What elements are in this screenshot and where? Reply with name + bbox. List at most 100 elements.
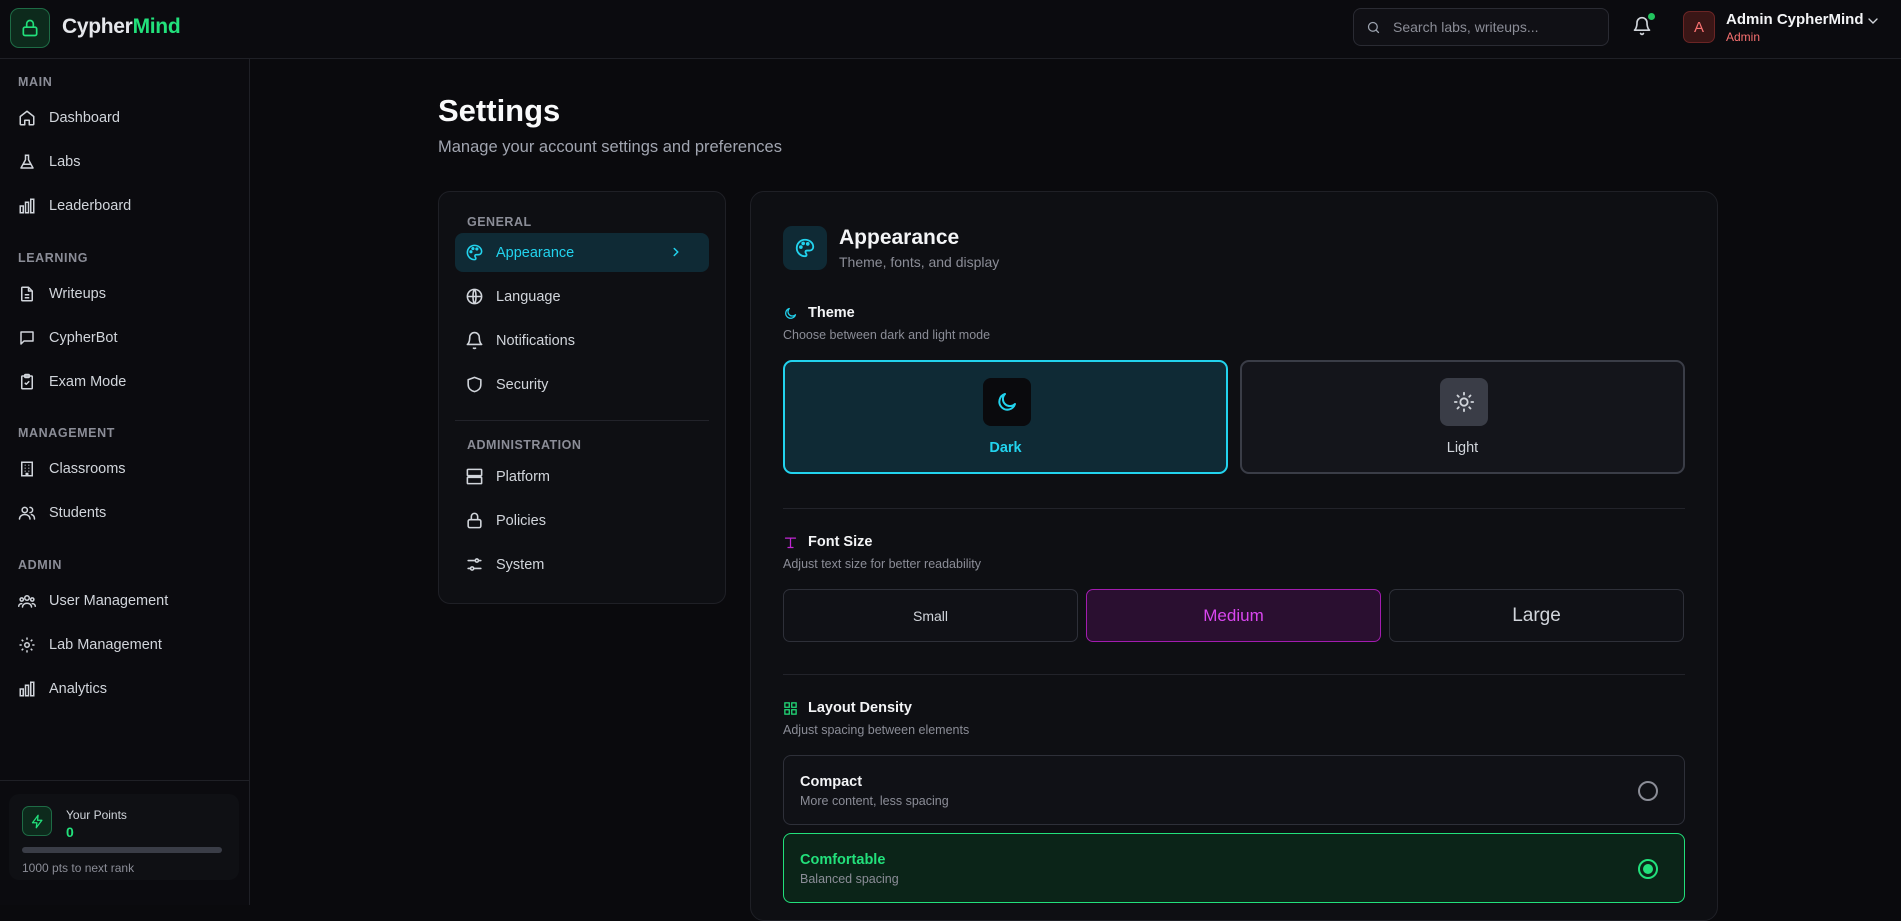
settings-section-general: GENERAL — [467, 215, 532, 229]
density-option-title: Compact — [800, 774, 863, 790]
chevron-right-icon — [673, 247, 679, 257]
settings-tab-system[interactable]: System — [455, 545, 709, 584]
sidebar-item-analytics[interactable]: Analytics — [18, 674, 107, 704]
settings-tab-label: Platform — [496, 468, 550, 485]
bell-icon — [466, 331, 483, 350]
chat-icon — [20, 331, 34, 345]
sidebar-item-label: CypherBot — [49, 330, 118, 346]
font-size-medium-button[interactable]: Medium — [1086, 589, 1381, 642]
density-option-desc: Balanced spacing — [800, 872, 899, 886]
palette-icon — [783, 226, 827, 270]
sliders-icon — [467, 558, 482, 571]
theme-title: Theme — [808, 305, 855, 321]
server-icon — [466, 468, 483, 485]
font-size-title: Font Size — [808, 534, 873, 550]
sidebar-item-classrooms[interactable]: Classrooms — [18, 454, 126, 484]
theme-heading: Theme — [783, 305, 855, 321]
sidebar-item-dashboard[interactable]: Dashboard — [18, 103, 120, 133]
sidebar-item-label: Labs — [49, 154, 81, 170]
font-size-small-button[interactable]: Small — [783, 589, 1078, 642]
sidebar-item-exam-mode[interactable]: Exam Mode — [18, 367, 126, 397]
sidebar-section-admin: ADMIN — [18, 558, 62, 572]
points-next-rank: 1000 pts to next rank — [22, 861, 135, 875]
sidebar-item-label: Analytics — [49, 681, 108, 697]
settings-nav: GENERAL Appearance Language Notification… — [438, 191, 726, 604]
font-size-large-button[interactable]: Large — [1389, 589, 1684, 642]
sidebar-item-label: Leaderboard — [49, 198, 132, 214]
lock-icon — [467, 512, 482, 529]
density-option-desc: More content, less spacing — [800, 794, 949, 808]
settings-tab-label: Security — [496, 376, 549, 393]
users-icon — [18, 506, 36, 520]
density-option-compact[interactable]: Compact More content, less spacing — [783, 755, 1685, 825]
page-subtitle: Manage your account settings and prefere… — [438, 138, 782, 156]
settings-tab-label: System — [496, 556, 545, 573]
font-size-heading: Font Size — [783, 534, 872, 550]
density-option-comfortable[interactable]: Comfortable Balanced spacing — [783, 833, 1685, 903]
sidebar-item-label: Dashboard — [49, 110, 120, 126]
sidebar-item-label: Lab Management — [49, 637, 162, 653]
sidebar-item-label: Students — [49, 505, 107, 521]
sidebar-item-lab-management[interactable]: Lab Management — [18, 630, 162, 660]
brand-name[interactable]: CypherMind — [62, 15, 181, 39]
font-size-label: Medium — [1203, 605, 1264, 625]
density-compact-radio[interactable] — [1638, 781, 1658, 801]
analytics-chart-icon — [19, 681, 35, 697]
sidebar-section-management: MANAGEMENT — [18, 426, 115, 440]
palette-icon — [466, 244, 483, 261]
sidebar-item-students[interactable]: Students — [18, 498, 106, 528]
settings-section-administration: ADMINISTRATION — [467, 438, 582, 452]
settings-tab-label: Notifications — [496, 332, 575, 349]
theme-option-light[interactable]: Light — [1240, 360, 1685, 474]
density-subtitle: Adjust spacing between elements — [783, 723, 970, 737]
notifications-bell-icon[interactable] — [1632, 13, 1655, 38]
settings-tab-label: Language — [496, 288, 561, 305]
type-icon — [784, 537, 797, 548]
shield-icon — [467, 376, 482, 393]
flask-icon — [20, 154, 34, 169]
user-name[interactable]: Admin CypherMind — [1726, 11, 1864, 28]
panel-title: Appearance — [839, 226, 960, 249]
notification-dot — [1648, 13, 1655, 20]
chevron-down-icon[interactable] — [1865, 13, 1881, 29]
grid-icon — [784, 701, 797, 715]
sidebar-item-writeups[interactable]: Writeups — [18, 279, 106, 309]
search-input[interactable] — [1393, 19, 1583, 35]
appearance-panel: Appearance Theme, fonts, and display The… — [750, 191, 1718, 921]
density-comfortable-radio[interactable] — [1638, 859, 1658, 879]
bar-chart-icon — [19, 198, 35, 214]
sidebar-item-user-management[interactable]: User Management — [18, 586, 168, 616]
settings-tab-notifications[interactable]: Notifications — [455, 321, 709, 360]
sidebar-item-cypherbot[interactable]: CypherBot — [18, 323, 118, 353]
settings-tab-appearance[interactable]: Appearance — [455, 233, 709, 272]
sidebar-section-learning: LEARNING — [18, 251, 89, 265]
search-box[interactable] — [1353, 8, 1609, 46]
font-size-label: Large — [1512, 604, 1561, 626]
points-progress-bar — [22, 847, 222, 853]
sidebar-item-leaderboard[interactable]: Leaderboard — [18, 191, 131, 221]
moon-icon — [785, 307, 797, 319]
theme-subtitle: Choose between dark and light mode — [783, 328, 991, 342]
avatar[interactable]: A — [1683, 11, 1715, 43]
section-divider — [783, 674, 1685, 675]
building-icon — [21, 461, 33, 477]
sidebar: MAIN Dashboard Labs Leaderboard LEARNING… — [0, 59, 250, 905]
settings-tab-policies[interactable]: Policies — [455, 501, 709, 540]
density-option-title: Comfortable — [800, 852, 886, 868]
sidebar-item-labs[interactable]: Labs — [18, 147, 80, 177]
logo-lock-icon[interactable] — [10, 8, 50, 48]
settings-tab-platform[interactable]: Platform — [455, 457, 709, 496]
points-value: 0 — [66, 824, 74, 840]
density-title: Layout Density — [808, 700, 912, 716]
brand-suffix: Mind — [132, 15, 181, 38]
points-label: Your Points — [66, 808, 127, 822]
font-size-label: Small — [912, 607, 948, 624]
settings-tab-security[interactable]: Security — [455, 365, 709, 404]
theme-option-dark[interactable]: Dark — [783, 360, 1228, 474]
points-card: Your Points 0 1000 pts to next rank — [0, 780, 249, 905]
settings-tab-language[interactable]: Language — [455, 277, 709, 316]
home-icon — [19, 110, 35, 126]
brand-prefix: Cypher — [62, 15, 133, 38]
search-icon — [1367, 21, 1380, 33]
settings-nav-divider — [455, 420, 709, 421]
